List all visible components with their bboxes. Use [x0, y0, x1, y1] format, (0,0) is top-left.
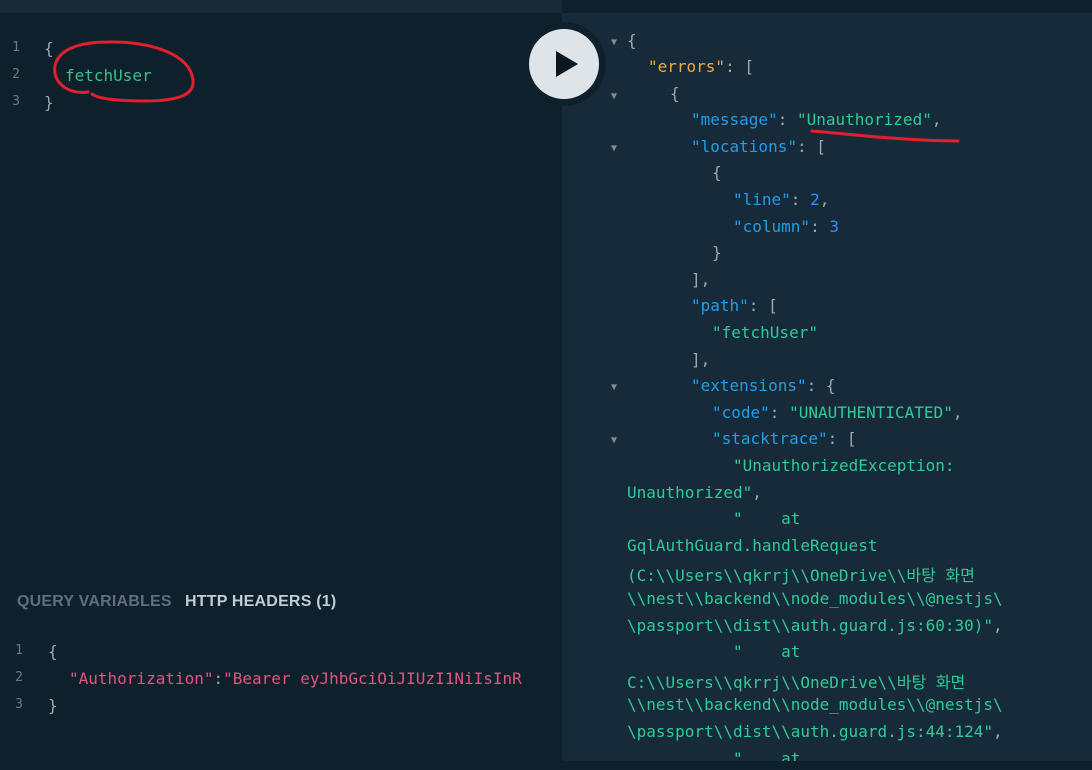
- line-number: 3: [12, 94, 20, 109]
- json-line-extensions: "extensions": {: [691, 376, 836, 395]
- json-line: \passport\\dist\\auth.guard.js:60:30)",: [627, 616, 1003, 635]
- fold-arrow-icon[interactable]: ▼: [611, 37, 617, 48]
- json-line-column: "column": 3: [733, 217, 839, 236]
- json-line-line: "line": 2,: [733, 190, 830, 209]
- variables-headers-panel: QUERY VARIABLES HTTP HEADERS (1) 1 2 3 {…: [0, 576, 562, 770]
- line-number: 2: [15, 670, 23, 685]
- tab-query-variables[interactable]: QUERY VARIABLES: [17, 593, 172, 611]
- tab-http-headers[interactable]: HTTP HEADERS (1): [185, 593, 336, 611]
- error-message-value: "Unauthorized": [796, 110, 932, 129]
- header-key: "Authorization": [69, 669, 214, 688]
- header-colon: :: [213, 669, 224, 688]
- json-line: {: [627, 31, 637, 50]
- line-number: 2: [12, 67, 20, 82]
- execute-query-button[interactable]: [522, 22, 606, 106]
- json-line: {: [712, 163, 722, 182]
- json-line-code: "code": "UNAUTHENTICATED",: [712, 403, 963, 422]
- json-line-stacktrace: "stacktrace": [: [712, 429, 857, 448]
- json-line: }: [712, 243, 722, 262]
- fold-arrow-icon[interactable]: ▼: [611, 435, 617, 446]
- fold-arrow-icon[interactable]: ▼: [611, 143, 617, 154]
- top-strip: [0, 0, 562, 13]
- fold-arrow-icon[interactable]: ▼: [611, 91, 617, 102]
- play-icon: [556, 51, 578, 77]
- authorization-header-line[interactable]: "Authorization":"Bearer eyJhbGciOiJIUzI1…: [69, 669, 522, 688]
- json-line: "UnauthorizedException:: [733, 456, 955, 475]
- header-value: "Bearer eyJhbGciOiJIUzI1NiIsInR: [223, 669, 522, 688]
- json-line: ],: [691, 350, 711, 369]
- json-line: (C:\\Users\\qkrrj\\OneDrive\\바탕 화면: [627, 566, 975, 585]
- result-viewer[interactable]: ▼ ▼ ▼ ▼ ▼ { "errors": [ { "message": "Un…: [562, 13, 1092, 761]
- json-line-path: "path": [: [691, 296, 778, 315]
- json-line: \passport\\dist\\auth.guard.js:44:124",: [627, 722, 1003, 741]
- line-number: 1: [12, 40, 20, 55]
- json-line: C:\\Users\\qkrrj\\OneDrive\\바탕 화면: [627, 673, 966, 692]
- json-line: GqlAuthGuard.handleRequest: [627, 536, 878, 555]
- query-field-fetchuser[interactable]: fetchUser: [65, 66, 152, 85]
- json-line: \\nest\\backend\\node_modules\\@nestjs\: [627, 695, 1003, 714]
- json-line: " at: [733, 509, 801, 528]
- json-line: ],: [691, 270, 711, 289]
- json-line-locations: "locations": [: [691, 137, 826, 156]
- fold-arrow-icon[interactable]: ▼: [611, 382, 617, 393]
- headers-open-brace: {: [48, 642, 58, 661]
- query-close-brace: }: [44, 93, 54, 112]
- json-line: "fetchUser": [712, 323, 818, 342]
- line-number: 3: [15, 697, 23, 712]
- json-line-errors: "errors": [: [648, 57, 754, 76]
- json-line-message: "message": "Unauthorized",: [691, 110, 942, 129]
- bottom-strip: [562, 761, 1092, 770]
- query-open-brace: {: [44, 39, 54, 58]
- json-line: Unauthorized",: [627, 483, 762, 502]
- query-editor[interactable]: 1 2 3 { fetchUser }: [0, 13, 562, 576]
- json-line: " at: [733, 642, 801, 661]
- line-number: 1: [15, 643, 23, 658]
- json-line: " at: [733, 749, 801, 761]
- headers-close-brace: }: [48, 696, 58, 715]
- json-line: {: [670, 84, 680, 103]
- json-line: \\nest\\backend\\node_modules\\@nestjs\: [627, 589, 1003, 608]
